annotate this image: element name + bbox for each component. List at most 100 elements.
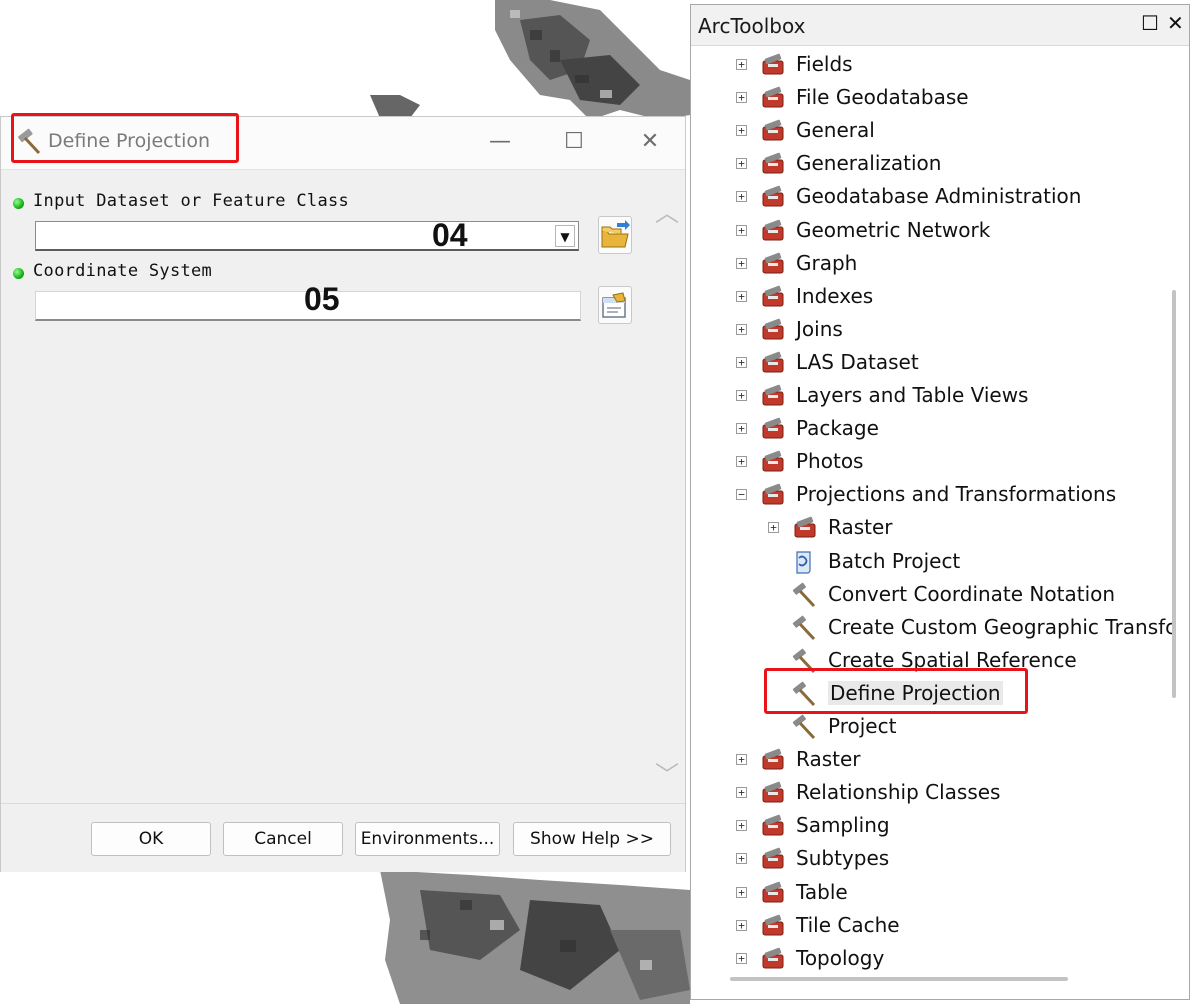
toolbox-icon	[759, 350, 787, 376]
toolbox-icon	[759, 747, 787, 773]
tree-item-label: Fields	[796, 52, 853, 76]
tree-item-label: Projections and Transformations	[796, 482, 1117, 507]
expand-icon[interactable]: +	[736, 787, 747, 799]
tree-item[interactable]: + General	[0, 115, 1170, 148]
tree-item-label: Geodatabase Administration	[796, 184, 1082, 209]
tree-item[interactable]: + Subtypes	[0, 843, 1170, 876]
tree-item[interactable]: + Sampling	[0, 810, 1170, 843]
expand-icon[interactable]: +	[736, 59, 747, 70]
expand-icon[interactable]: +	[736, 919, 747, 931]
expand-icon[interactable]: +	[736, 853, 747, 865]
tree-item-label: File Geodatabase	[796, 85, 969, 110]
tree-item[interactable]: Batch Project	[0, 546, 1170, 579]
toolbox-icon	[759, 251, 787, 277]
tree-item-label: Generalization	[796, 151, 942, 176]
expand-icon[interactable]: +	[768, 522, 779, 534]
expand-icon[interactable]: +	[736, 886, 747, 898]
tree-item-label: Joins	[796, 316, 843, 341]
tree-item[interactable]: + Joins	[0, 314, 1170, 347]
expand-icon[interactable]: +	[736, 390, 747, 401]
panel-close-button[interactable]: ✕	[1167, 11, 1184, 35]
expand-icon[interactable]: +	[736, 754, 747, 766]
toolbox-icon	[759, 85, 787, 111]
toolbox-icon	[759, 482, 787, 508]
undock-button[interactable]: ☐	[1141, 11, 1159, 35]
toolbox-icon	[759, 52, 787, 78]
tree-item[interactable]: + Generalization	[0, 148, 1170, 181]
tree-item-label: Indexes	[796, 283, 874, 308]
arctoolbox-header: ArcToolbox ☐ ✕	[691, 5, 1189, 46]
tree-item[interactable]: + Relationship Classes	[0, 777, 1170, 810]
toolbox-icon	[759, 913, 787, 939]
toolbox-icon	[759, 846, 787, 872]
tree-item[interactable]: Create Custom Geographic Transfc	[0, 612, 1176, 645]
tree-item[interactable]: + Raster	[0, 744, 1170, 777]
tree-item[interactable]: + Raster	[0, 512, 1170, 545]
tree-item[interactable]: + Geodatabase Administration	[0, 181, 1170, 214]
expand-icon[interactable]: +	[736, 92, 747, 104]
toolbox-icon	[759, 317, 787, 343]
tree-item-label: Batch Project	[828, 548, 961, 573]
tree-item-label: Relationship Classes	[796, 780, 1001, 805]
tree-item-label: Project	[828, 714, 897, 738]
toolbox-icon	[759, 218, 787, 244]
toolbox-icon	[759, 780, 787, 806]
expand-icon[interactable]: +	[736, 158, 747, 170]
toolbox-icon	[759, 383, 787, 409]
tree-item[interactable]: + Tile Cache	[0, 910, 1170, 943]
expand-icon[interactable]: +	[736, 290, 747, 302]
tree-item[interactable]: + Graph	[0, 248, 1170, 281]
expand-icon[interactable]: +	[736, 191, 747, 203]
toolbox-icon	[759, 118, 787, 144]
tree-item-label: Photos	[796, 449, 864, 474]
toolbox-icon	[759, 880, 787, 906]
tree-item[interactable]: + Photos	[0, 446, 1170, 479]
tree-item[interactable]: Convert Coordinate Notation	[0, 579, 1170, 612]
tree-item-label: Table	[796, 879, 848, 904]
tree-item-label: Layers and Table Views	[796, 383, 1029, 407]
tree-item[interactable]: + Topology	[0, 943, 1170, 976]
hammer-icon	[790, 714, 818, 740]
toolbox-horizontal-scrollbar[interactable]	[730, 977, 1068, 981]
script-icon	[790, 549, 818, 575]
tree-item[interactable]: + Layers and Table Views	[0, 380, 1170, 413]
expand-icon[interactable]: +	[736, 820, 747, 832]
tree-item[interactable]: + Table	[0, 877, 1170, 910]
toolbox-icon	[759, 184, 787, 210]
tree-item[interactable]: + Geometric Network	[0, 215, 1170, 248]
toolbox-icon	[759, 416, 787, 442]
expand-icon[interactable]: +	[736, 456, 747, 468]
expand-icon[interactable]: +	[736, 423, 747, 435]
tree-item-label: General	[796, 118, 875, 143]
tree-item[interactable]: + Package	[0, 413, 1170, 446]
expand-icon[interactable]: +	[736, 952, 747, 964]
tree-item-label: Convert Coordinate Notation	[828, 581, 1116, 606]
tree-item-label: LAS Dataset	[796, 349, 919, 374]
expand-icon[interactable]: +	[736, 257, 747, 269]
expand-icon[interactable]: +	[736, 323, 747, 335]
expand-icon[interactable]: +	[736, 224, 747, 236]
toolbox-icon	[759, 813, 787, 839]
hammer-icon	[790, 582, 818, 608]
tree-item-label: Geometric Network	[796, 217, 991, 242]
toolbox-icon	[791, 515, 819, 541]
tree-item-label: Create Custom Geographic Transfc	[828, 614, 1177, 639]
toolbox-icon	[759, 946, 787, 972]
tree-item-label: Topology	[796, 945, 885, 970]
expand-icon[interactable]: +	[736, 356, 747, 368]
expand-icon[interactable]: +	[736, 125, 747, 137]
toolbox-icon	[759, 151, 787, 177]
tree-item[interactable]: Project	[0, 711, 1170, 744]
tree-item-label: Subtypes	[796, 846, 890, 871]
toolbox-vertical-scrollbar[interactable]	[1172, 290, 1176, 698]
toolbox-icon	[759, 449, 787, 475]
tree-item[interactable]: + Indexes	[0, 281, 1170, 314]
tree-item-label: Raster	[796, 747, 861, 772]
tree-item[interactable]: + File Geodatabase	[0, 82, 1170, 115]
collapse-icon[interactable]: −	[736, 489, 747, 501]
tool-highlight-box	[764, 668, 1028, 714]
tree-item[interactable]: − Projections and Transformations	[0, 479, 1170, 512]
tree-item[interactable]: + LAS Dataset	[0, 347, 1170, 380]
tree-item-label: Sampling	[796, 813, 890, 838]
tree-item[interactable]: + Fields	[0, 49, 1170, 82]
